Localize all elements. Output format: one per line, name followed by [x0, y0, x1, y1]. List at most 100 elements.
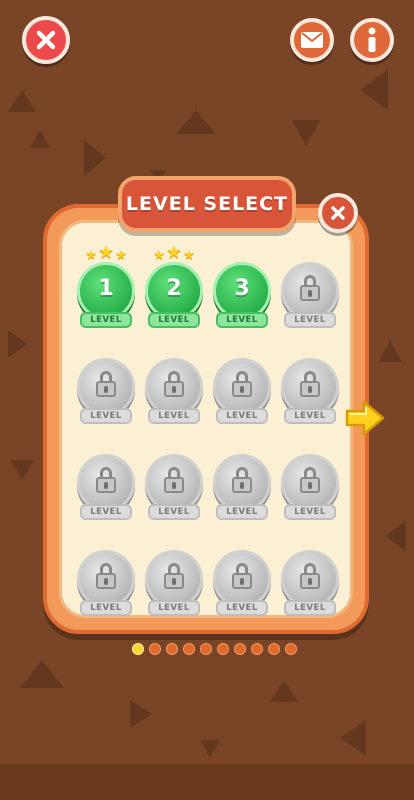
page-dot[interactable] — [166, 643, 178, 655]
level-label: LEVEL — [284, 408, 336, 424]
level-button[interactable]: LEVEL — [76, 358, 136, 424]
lock-icon — [231, 467, 253, 493]
bg-triangle — [20, 660, 64, 688]
level-button[interactable]: LEVEL — [76, 454, 136, 520]
level-stars: ★ ★ ★ — [80, 240, 132, 263]
level-label: LEVEL — [216, 504, 268, 520]
page-dot[interactable] — [251, 643, 263, 655]
level-stars — [80, 528, 132, 550]
bg-triangle — [8, 330, 28, 358]
lock-icon — [231, 371, 253, 397]
level-label: LEVEL — [216, 312, 268, 328]
title-plate: LEVEL SELECT — [118, 176, 296, 232]
bg-triangle — [360, 70, 388, 110]
close-icon — [36, 30, 56, 50]
level-label: LEVEL — [80, 408, 132, 424]
level-label: LEVEL — [148, 408, 200, 424]
lock-icon — [95, 371, 117, 397]
lock-icon — [163, 371, 185, 397]
bg-triangle — [378, 340, 402, 362]
level-button[interactable]: LEVEL — [212, 358, 272, 424]
level-label: LEVEL — [216, 600, 268, 616]
level-number: 3 — [234, 275, 250, 301]
info-icon — [368, 27, 376, 52]
lock-icon — [299, 275, 321, 301]
level-stars — [284, 528, 336, 550]
lock-icon — [231, 563, 253, 589]
page-dot[interactable] — [149, 643, 161, 655]
level-stars — [148, 528, 200, 550]
level-label: LEVEL — [148, 504, 200, 520]
level-button[interactable]: ★ ★ ★ 2 LEVEL — [144, 244, 204, 328]
level-stars: ★ ★ ★ — [148, 240, 200, 263]
lock-icon — [163, 563, 185, 589]
level-button[interactable]: 3 LEVEL — [212, 262, 272, 328]
page-dot[interactable] — [285, 643, 297, 655]
bg-triangle — [8, 90, 36, 112]
panel-close-button[interactable] — [318, 193, 358, 233]
page-dot[interactable] — [234, 643, 246, 655]
page-dot[interactable] — [268, 643, 280, 655]
bg-triangle — [10, 460, 34, 480]
level-label: LEVEL — [80, 312, 132, 328]
level-stars — [216, 528, 268, 550]
level-button[interactable]: ★ ★ ★ 1 LEVEL — [76, 244, 136, 328]
level-label: LEVEL — [148, 312, 200, 328]
bg-triangle — [130, 700, 152, 728]
pagination-dots — [132, 643, 297, 655]
level-stars — [284, 432, 336, 454]
level-button[interactable]: LEVEL — [280, 550, 340, 616]
level-stars — [216, 336, 268, 358]
page-dot[interactable] — [200, 643, 212, 655]
next-page-button[interactable] — [344, 398, 386, 438]
level-label: LEVEL — [148, 600, 200, 616]
star-icon: ★ — [183, 248, 195, 263]
level-grid: ★ ★ ★ 1 LEVEL ★ ★ ★ 2 LEVEL 3 LEVEL LEVEL LE… — [76, 244, 340, 616]
lock-icon — [95, 563, 117, 589]
level-stars — [148, 432, 200, 454]
bg-triangle — [340, 720, 366, 756]
level-label: LEVEL — [284, 504, 336, 520]
level-button[interactable]: LEVEL — [280, 454, 340, 520]
level-label: LEVEL — [80, 504, 132, 520]
level-stars — [284, 336, 336, 358]
level-stars — [148, 336, 200, 358]
level-button[interactable]: LEVEL — [144, 550, 204, 616]
arrow-right-icon — [345, 400, 385, 436]
close-button[interactable] — [22, 16, 70, 64]
close-icon — [331, 206, 345, 220]
bg-triangle — [30, 130, 50, 148]
bg-triangle — [270, 680, 298, 702]
mail-icon — [301, 32, 323, 48]
level-stars — [216, 432, 268, 454]
bg-triangle — [386, 520, 406, 552]
level-button[interactable]: LEVEL — [280, 358, 340, 424]
info-button[interactable] — [350, 18, 394, 62]
level-stars — [216, 240, 268, 262]
level-stars — [80, 336, 132, 358]
bg-triangle — [84, 140, 106, 176]
level-button[interactable]: LEVEL — [144, 358, 204, 424]
level-number: 1 — [98, 275, 114, 301]
star-icon: ★ — [153, 248, 165, 263]
level-button[interactable]: LEVEL — [144, 454, 204, 520]
level-button[interactable]: LEVEL — [212, 454, 272, 520]
panel-title: LEVEL SELECT — [125, 193, 289, 215]
lock-icon — [299, 563, 321, 589]
bg-triangle — [176, 110, 216, 134]
level-button[interactable]: LEVEL — [212, 550, 272, 616]
star-icon: ★ — [85, 248, 97, 263]
bg-triangle — [200, 740, 220, 758]
level-button[interactable]: LEVEL — [76, 550, 136, 616]
level-label: LEVEL — [284, 312, 336, 328]
lock-icon — [299, 467, 321, 493]
level-stars — [80, 432, 132, 454]
level-label: LEVEL — [80, 600, 132, 616]
page-dot[interactable] — [217, 643, 229, 655]
level-button[interactable]: LEVEL — [280, 262, 340, 328]
mail-button[interactable] — [290, 18, 334, 62]
ground-strip — [0, 764, 414, 800]
page-dot[interactable] — [132, 643, 144, 655]
bg-triangle — [292, 120, 320, 146]
page-dot[interactable] — [183, 643, 195, 655]
